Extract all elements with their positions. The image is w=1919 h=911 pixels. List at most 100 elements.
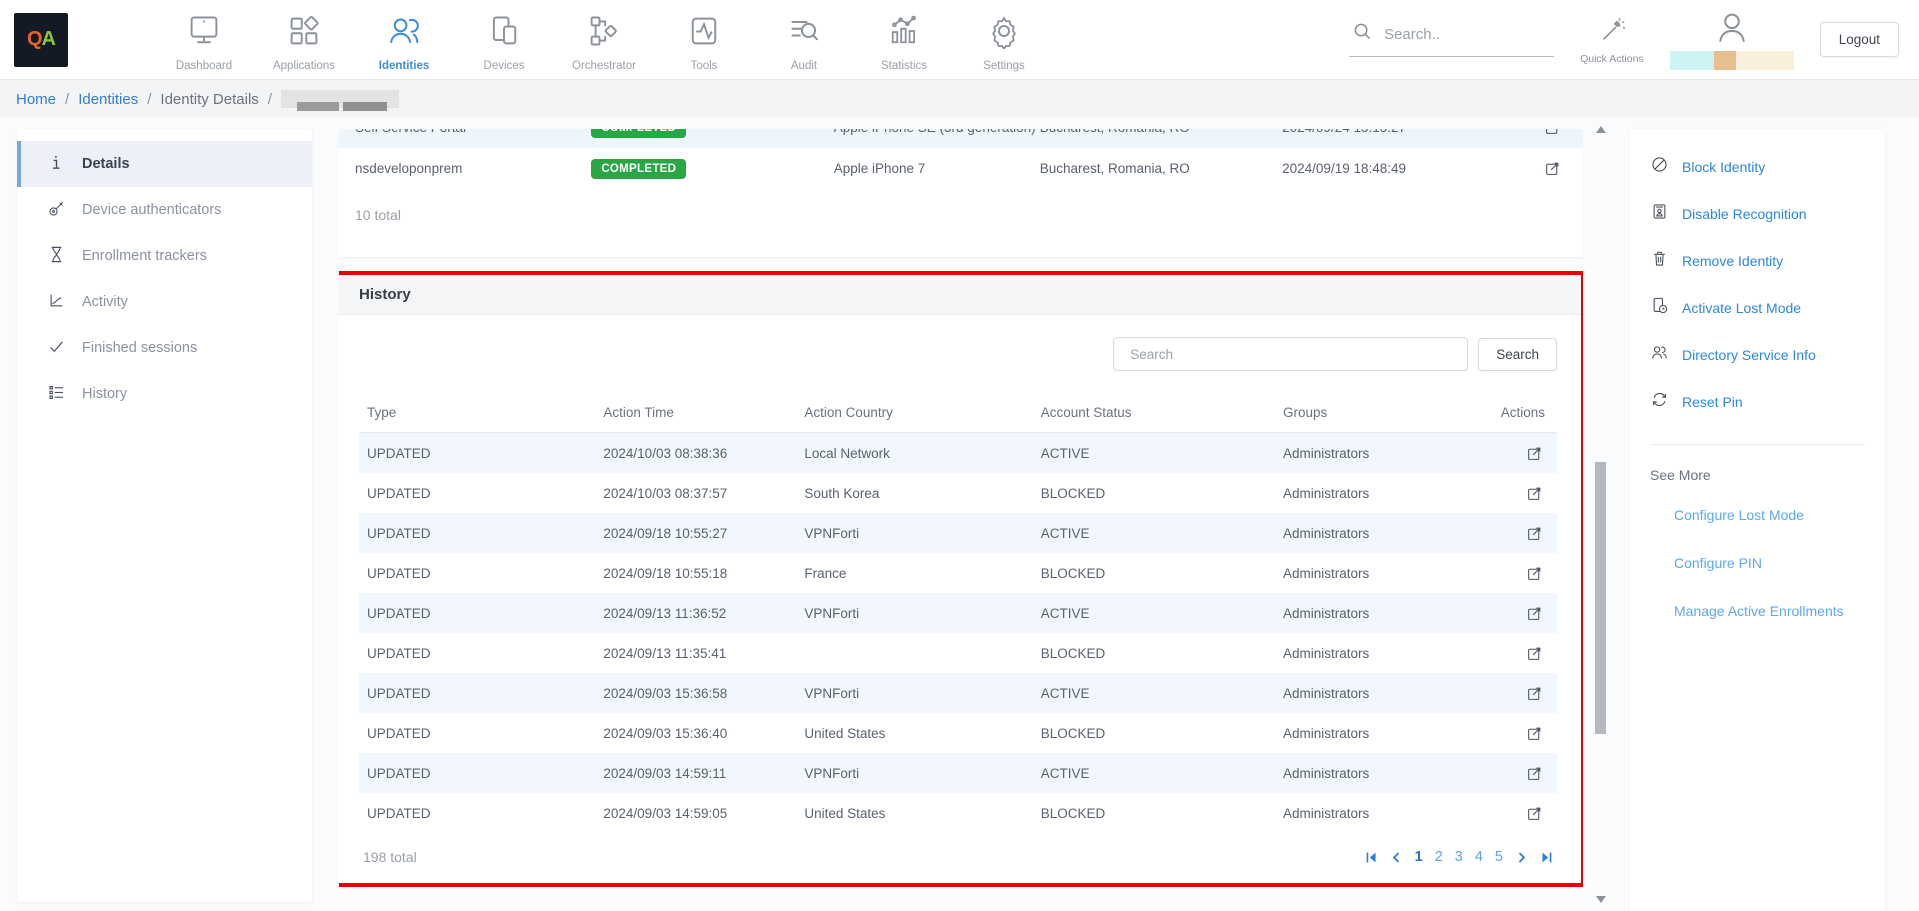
first-page-icon[interactable] [1365, 851, 1378, 864]
open-history-entry-icon[interactable] [1524, 683, 1545, 704]
top-navigation-bar: QA Dashboard Applications Identities Dev… [0, 0, 1919, 80]
sidebar-item-device-authenticators[interactable]: Device authenticators [17, 187, 312, 233]
scroll-up-icon[interactable] [1596, 126, 1606, 133]
open-history-entry-icon[interactable] [1524, 523, 1545, 544]
session-row: Self Service Portal COMPLETED Apple iPho… [339, 129, 1583, 148]
configure-lost-mode-link[interactable]: Configure Lost Mode [1674, 507, 1885, 523]
breadcrumb-separator: / [65, 91, 69, 108]
next-page-icon[interactable] [1515, 851, 1528, 864]
content-scrollbar[interactable] [1594, 122, 1608, 907]
cell-groups: Administrators [1283, 526, 1460, 541]
identity-name-redaction [281, 90, 399, 108]
configure-pin-link[interactable]: Configure PIN [1674, 555, 1885, 571]
sidebar-item-enrollment-trackers[interactable]: Enrollment trackers [17, 233, 312, 279]
open-session-details-icon[interactable] [1542, 129, 1563, 138]
cell-type: UPDATED [367, 606, 603, 621]
scrollbar-thumb[interactable] [1595, 462, 1606, 734]
action-link-label: Directory Service Info [1682, 347, 1816, 363]
nav-item-tools[interactable]: Tools [654, 7, 754, 72]
column-header-groups: Groups [1283, 405, 1460, 420]
open-history-entry-icon[interactable] [1524, 563, 1545, 584]
nav-item-identities[interactable]: Identities [354, 7, 454, 72]
cell-groups: Administrators [1283, 606, 1460, 621]
global-search-input[interactable] [1384, 26, 1534, 43]
cell-time: 2024/10/03 08:37:57 [603, 486, 804, 501]
nav-item-applications[interactable]: Applications [254, 7, 354, 72]
session-location: Bucharest, Romania, RO [1040, 129, 1282, 135]
sidebar-item-history[interactable]: History [17, 371, 312, 417]
open-history-entry-icon[interactable] [1524, 603, 1545, 624]
quick-actions-button[interactable]: Quick Actions [1580, 14, 1644, 65]
nav-label: Orchestrator [572, 60, 636, 72]
previous-page-icon[interactable] [1390, 851, 1403, 864]
breadcrumb-identities-link[interactable]: Identities [78, 91, 138, 108]
nav-label: Identities [379, 60, 429, 72]
cell-type: UPDATED [367, 726, 603, 741]
session-location: Bucharest, Romania, RO [1040, 161, 1282, 176]
cell-time: 2024/09/13 11:35:41 [603, 646, 804, 661]
breadcrumb-separator: / [268, 91, 272, 108]
session-time: 2024/09/24 15:15:27 [1282, 129, 1482, 135]
open-history-entry-icon[interactable] [1524, 483, 1545, 504]
reset-pin-link[interactable]: Reset Pin [1650, 390, 1885, 414]
table-row: UPDATED2024/09/18 10:55:18FranceBLOCKEDA… [359, 553, 1557, 593]
nav-item-dashboard[interactable]: Dashboard [154, 7, 254, 72]
page-number-3[interactable]: 3 [1455, 849, 1463, 865]
cell-country: VPNForti [804, 766, 1040, 781]
table-row: UPDATED2024/09/03 15:36:40United StatesB… [359, 713, 1557, 753]
history-search-input[interactable] [1113, 337, 1468, 371]
disable-recognition-link[interactable]: Disable Recognition [1650, 202, 1885, 226]
cell-time: 2024/09/03 14:59:05 [603, 806, 804, 821]
open-history-entry-icon[interactable] [1524, 803, 1545, 824]
open-history-entry-icon[interactable] [1524, 723, 1545, 744]
page-number-1[interactable]: 1 [1415, 849, 1423, 865]
cell-groups: Administrators [1283, 726, 1460, 741]
history-search-button[interactable]: Search [1478, 338, 1557, 371]
column-header-type: Type [367, 405, 603, 420]
last-page-icon[interactable] [1540, 851, 1553, 864]
nav-item-orchestrator[interactable]: Orchestrator [554, 7, 654, 72]
page-number-5[interactable]: 5 [1495, 849, 1503, 865]
sidebar-item-details[interactable]: Details [17, 141, 312, 187]
nav-label: Applications [273, 60, 335, 72]
block-identity-link[interactable]: Block Identity [1650, 155, 1885, 179]
logout-button[interactable]: Logout [1820, 22, 1899, 57]
app-logo[interactable]: QA [14, 13, 68, 67]
open-session-details-icon[interactable] [1542, 158, 1563, 179]
key-icon [47, 199, 66, 222]
remove-identity-link[interactable]: Remove Identity [1650, 249, 1885, 273]
statistics-icon [886, 13, 922, 54]
open-history-entry-icon[interactable] [1524, 643, 1545, 664]
quick-actions-label: Quick Actions [1580, 53, 1644, 65]
nav-label: Devices [484, 60, 525, 72]
sessions-total-count: 10 total [339, 189, 1583, 223]
directory-icon [1650, 343, 1669, 367]
nav-item-settings[interactable]: Settings [954, 7, 1054, 72]
identities-icon [386, 13, 422, 54]
user-avatar[interactable] [1670, 10, 1794, 70]
open-history-entry-icon[interactable] [1524, 763, 1545, 784]
identity-actions-panel: Block Identity Disable Recognition Remov… [1630, 129, 1885, 911]
scroll-down-icon[interactable] [1596, 896, 1606, 903]
sidebar-item-finished-sessions[interactable]: Finished sessions [17, 325, 312, 371]
page-number-4[interactable]: 4 [1475, 849, 1483, 865]
manage-active-enrollments-link[interactable]: Manage Active Enrollments [1674, 603, 1885, 619]
cell-time: 2024/09/03 14:59:11 [603, 766, 804, 781]
cell-time: 2024/09/18 10:55:18 [603, 566, 804, 581]
page-number-2[interactable]: 2 [1435, 849, 1443, 865]
cell-status: BLOCKED [1041, 646, 1283, 661]
activate-lost-mode-link[interactable]: Activate Lost Mode [1650, 296, 1885, 320]
directory-service-info-link[interactable]: Directory Service Info [1650, 343, 1885, 367]
action-link-label: Block Identity [1682, 159, 1765, 175]
nav-label: Statistics [881, 60, 927, 72]
nav-item-devices[interactable]: Devices [454, 7, 554, 72]
table-row: UPDATED2024/10/03 08:38:36Local NetworkA… [359, 433, 1557, 473]
sidebar-item-label: Device authenticators [82, 202, 221, 218]
breadcrumb-home-link[interactable]: Home [16, 91, 56, 108]
nav-item-statistics[interactable]: Statistics [854, 7, 954, 72]
cell-status: BLOCKED [1041, 486, 1283, 501]
sidebar-item-activity[interactable]: Activity [17, 279, 312, 325]
nav-item-audit[interactable]: Audit [754, 7, 854, 72]
cell-status: BLOCKED [1041, 726, 1283, 741]
open-history-entry-icon[interactable] [1524, 443, 1545, 464]
